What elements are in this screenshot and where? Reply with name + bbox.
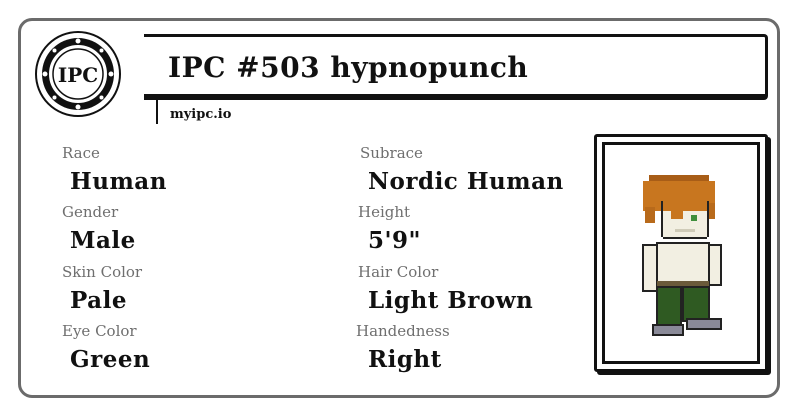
hair-color-label: Hair Color [358,263,439,281]
skin-color-label: Skin Color [62,263,143,281]
eye-color-value: Green [70,346,151,373]
title-divider [156,100,158,124]
skin-color-value: Pale [70,287,127,314]
pixel-character-sprite [642,175,722,336]
eye-color-label: Eye Color [62,322,137,340]
character-title: IPC #503 hypnopunch [168,51,529,84]
handedness-label: Handedness [356,322,450,340]
portrait-frame [602,142,760,364]
race-value: Human [70,168,167,195]
gender-value: Male [70,227,136,254]
ipc-logo: IPC [34,30,122,118]
title-bar: IPC #503 hypnopunch [144,34,768,100]
gender-label: Gender [62,203,119,221]
handedness-value: Right [368,346,442,373]
height-value: 5'9" [368,227,422,254]
subrace-label: Subrace [360,144,423,162]
race-label: Race [62,144,100,162]
height-label: Height [358,203,411,221]
character-portrait [594,134,768,372]
hair-color-value: Light Brown [368,287,534,314]
svg-text:IPC: IPC [58,63,98,87]
subrace-value: Nordic Human [368,168,564,195]
site-link[interactable]: myipc.io [170,107,231,122]
ipc-seal-icon: IPC [35,31,121,117]
